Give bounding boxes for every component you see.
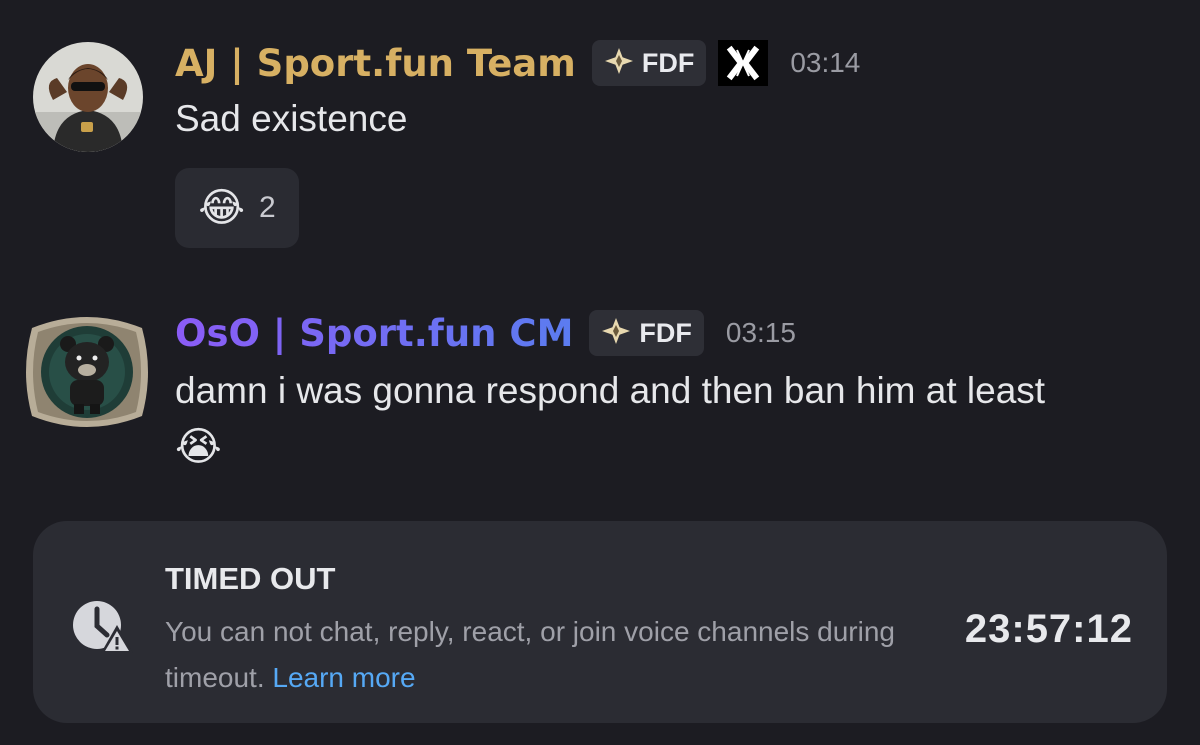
timeout-banner: TIMED OUT You can not chat, reply, react… [33,521,1167,723]
timeout-countdown: 23:57:12 [964,607,1133,651]
timeout-description: You can not chat, reply, react, or join … [165,609,925,701]
username-oso[interactable]: OsO | Sport.fun CM [175,312,573,355]
guild-tag[interactable]: FDF [589,310,704,356]
clock-warning-icon [67,595,137,663]
tag-text: FDF [639,317,692,348]
timestamp: 03:15 [725,317,796,348]
emoji-sob: 😭 [175,424,222,470]
message-2: OsO | Sport.fun CM FDF 03:15 damn i was … [0,0,1200,520]
timeout-title: TIMED OUT [165,561,336,596]
learn-more-link[interactable]: Learn more [272,662,415,693]
sparkle-diamond-icon [599,316,633,350]
message-text: damn i was gonna respond and then ban hi… [175,370,1046,411]
avatar-oso[interactable] [24,310,150,434]
